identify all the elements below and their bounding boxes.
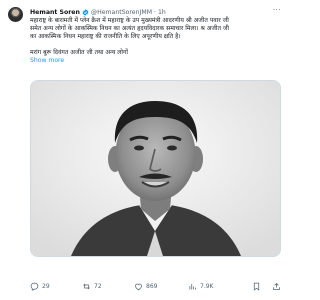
show-more-link[interactable]: Show more	[30, 57, 284, 65]
views-count: 7.9K	[200, 283, 214, 290]
more-icon[interactable]: ···	[273, 6, 281, 14]
views-button[interactable]: 7.9K	[188, 282, 213, 291]
share-icon	[273, 282, 280, 290]
reply-button[interactable]: 29	[30, 282, 50, 291]
views-icon	[189, 283, 196, 290]
verified-badge-icon	[82, 8, 89, 16]
like-count: 869	[146, 283, 158, 290]
tweet-text-line: का आकस्मिक निधन महाराष्ट्र की राजनीति के…	[30, 33, 181, 41]
author-name[interactable]: Hemant Soren	[30, 9, 80, 16]
tweet-text-line: महाराष्ट्र के बारामती में प्लेन क्रैश मे…	[30, 17, 229, 24]
tweet[interactable]: Hemant Soren @HemantSorenJMM · 1h ··· मह…	[0, 0, 291, 300]
reply-count: 29	[42, 283, 50, 290]
author-handle[interactable]: @HemantSorenJMM	[91, 9, 152, 16]
repost-count: 72	[94, 283, 102, 290]
tweet-time[interactable]: 1h	[158, 9, 166, 16]
repost-button[interactable]: 72	[82, 282, 102, 291]
like-icon	[135, 283, 142, 291]
avatar[interactable]	[8, 7, 23, 22]
like-button[interactable]: 869	[134, 282, 157, 291]
tweet-text-line: मरांग बुरू दिवंगत अजीत जी तथा अन्य लोगों	[30, 48, 129, 56]
portrait-photo	[31, 81, 280, 256]
bookmark-button[interactable]	[252, 282, 264, 291]
share-button[interactable]	[272, 282, 284, 291]
reply-icon	[30, 282, 39, 291]
repost-icon	[83, 283, 90, 290]
bookmark-icon	[253, 282, 260, 291]
tweet-image[interactable]	[30, 80, 281, 257]
tweet-text: महाराष्ट्र के बारामती में प्लेन क्रैश मे…	[30, 17, 284, 65]
action-bar: 29 72 869 7.9K	[30, 282, 288, 294]
